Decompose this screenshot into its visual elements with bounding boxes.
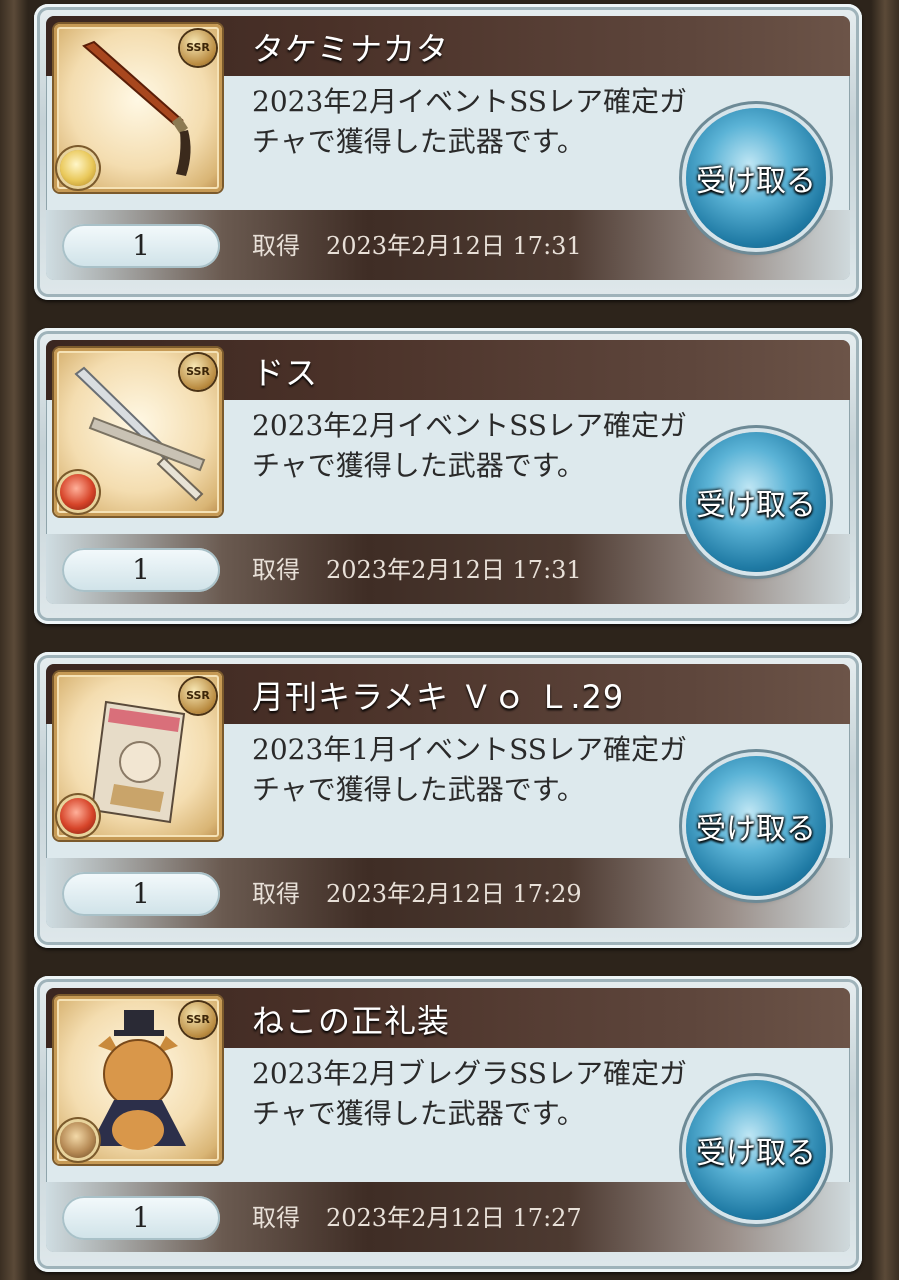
earth-element-icon <box>60 1122 96 1158</box>
weapon-thumbnail[interactable]: SSR <box>54 24 222 192</box>
item-name: ねこの正礼装 <box>252 1002 451 1040</box>
obtained-label: 取得 <box>252 556 300 584</box>
item-count: 1 <box>62 548 220 592</box>
obtained-time: 17:31 <box>512 556 582 584</box>
item-card: 月刊キラメキ Ｖｏ Ｌ.29 2023年1月イベントSSレア確定ガチャで獲得した… <box>34 652 862 948</box>
obtained-date: 2023年2月12日 <box>326 1204 505 1232</box>
weapon-thumbnail[interactable]: SSR <box>54 348 222 516</box>
receive-button[interactable]: 受け取る <box>686 432 826 572</box>
obtained-info: 取得 2023年2月12日 17:27 <box>252 1198 582 1233</box>
obtained-label: 取得 <box>252 232 300 260</box>
item-count: 1 <box>62 872 220 916</box>
item-description: 2023年2月イベントSSレア確定ガチャで獲得した武器です。 <box>252 409 687 482</box>
item-card-body: ねこの正礼装 2023年2月ブレグラSSレア確定ガチャで獲得した武器です。 1 … <box>46 988 850 1252</box>
item-description: 2023年1月イベントSSレア確定ガチャで獲得した武器です。 <box>252 733 687 806</box>
obtained-info: 取得 2023年2月12日 17:29 <box>252 874 582 909</box>
ssr-rarity-badge: SSR <box>180 1002 216 1038</box>
obtained-time: 17:31 <box>512 232 582 260</box>
item-description: 2023年2月ブレグラSSレア確定ガチャで獲得した武器です。 <box>252 1057 687 1130</box>
item-card-body: ドス 2023年2月イベントSSレア確定ガチャで獲得した武器です。 1 取得 20… <box>46 340 850 604</box>
receive-button[interactable]: 受け取る <box>686 1080 826 1220</box>
item-count: 1 <box>62 224 220 268</box>
item-name: 月刊キラメキ Ｖｏ Ｌ.29 <box>252 678 625 716</box>
fire-element-icon <box>60 798 96 834</box>
item-card: ねこの正礼装 2023年2月ブレグラSSレア確定ガチャで獲得した武器です。 1 … <box>34 976 862 1272</box>
obtained-label: 取得 <box>252 880 300 908</box>
weapon-thumbnail[interactable]: SSR <box>54 672 222 840</box>
item-card-body: 月刊キラメキ Ｖｏ Ｌ.29 2023年1月イベントSSレア確定ガチャで獲得した… <box>46 664 850 928</box>
obtained-info: 取得 2023年2月12日 17:31 <box>252 550 582 585</box>
ssr-rarity-badge: SSR <box>180 354 216 390</box>
obtained-date: 2023年2月12日 <box>326 556 505 584</box>
ssr-rarity-badge: SSR <box>180 678 216 714</box>
receive-button[interactable]: 受け取る <box>686 756 826 896</box>
obtained-label: 取得 <box>252 1204 300 1232</box>
weapon-thumbnail[interactable]: SSR <box>54 996 222 1164</box>
item-description: 2023年2月イベントSSレア確定ガチャで獲得した武器です。 <box>252 85 687 158</box>
ssr-rarity-badge: SSR <box>180 30 216 66</box>
item-name: タケミナカタ <box>252 30 450 68</box>
receive-button[interactable]: 受け取る <box>686 108 826 248</box>
item-name: ドス <box>252 354 319 392</box>
light-element-icon <box>60 150 96 186</box>
obtained-time: 17:29 <box>512 880 582 908</box>
obtained-date: 2023年2月12日 <box>326 232 505 260</box>
obtained-date: 2023年2月12日 <box>326 880 505 908</box>
obtained-info: 取得 2023年2月12日 17:31 <box>252 226 582 261</box>
item-card-body: タケミナカタ 2023年2月イベントSSレア確定ガチャで獲得した武器です。 1 … <box>46 16 850 280</box>
obtained-time: 17:27 <box>512 1204 582 1232</box>
fire-element-icon <box>60 474 96 510</box>
item-count: 1 <box>62 1196 220 1240</box>
item-card: ドス 2023年2月イベントSSレア確定ガチャで獲得した武器です。 1 取得 20… <box>34 328 862 624</box>
item-card: タケミナカタ 2023年2月イベントSSレア確定ガチャで獲得した武器です。 1 … <box>34 4 862 300</box>
